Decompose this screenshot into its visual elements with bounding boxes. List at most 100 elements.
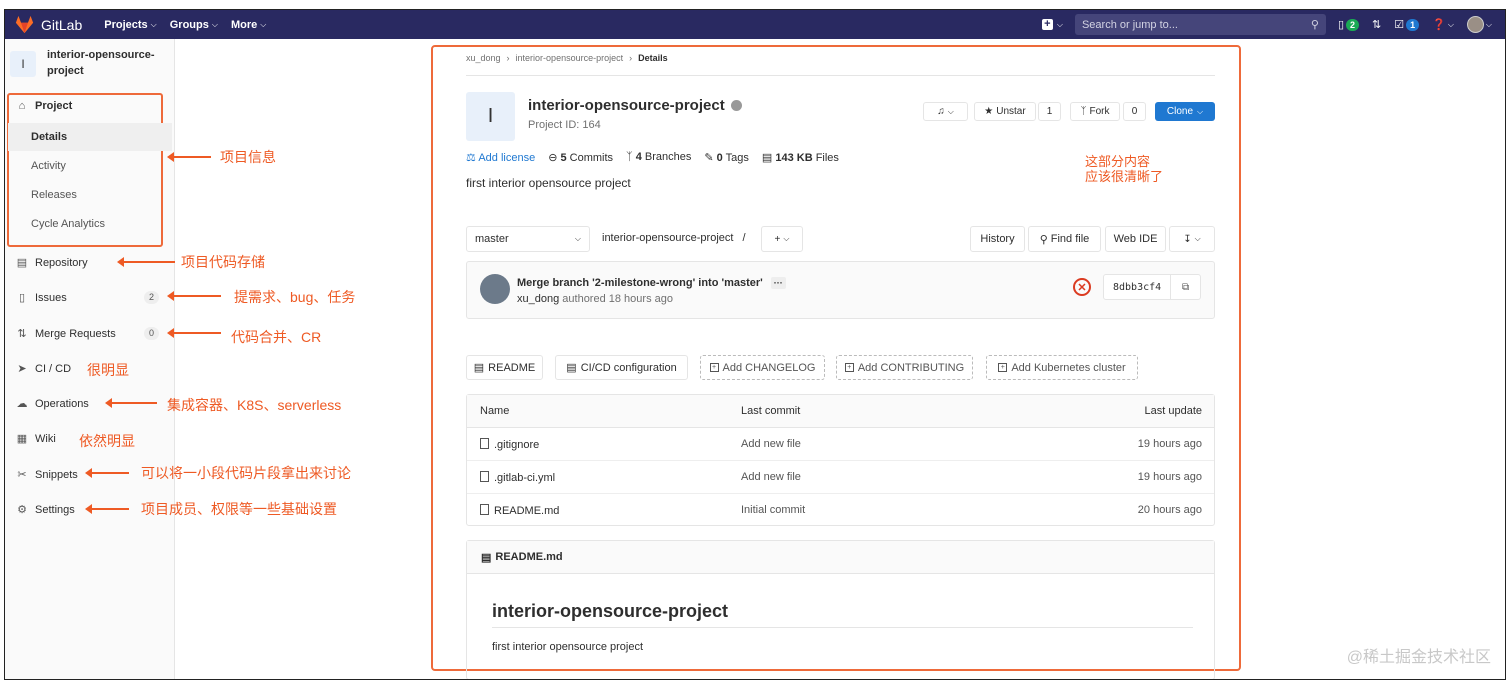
- add-kubernetes-button[interactable]: + Add Kubernetes cluster: [986, 355, 1138, 380]
- rocket-icon: ➤: [17, 363, 27, 375]
- fork-count[interactable]: 0: [1123, 102, 1146, 121]
- breadcrumb-current[interactable]: Details: [638, 53, 668, 63]
- chevron-down-icon: ⌵: [574, 234, 581, 243]
- sidebar-item-project[interactable]: ⌂ Project: [15, 100, 165, 112]
- nav-projects[interactable]: Projects ⌵: [104, 19, 157, 31]
- table-row[interactable]: .gitignore Add new file 19 hours ago: [467, 428, 1214, 461]
- tags-count: 0: [716, 152, 723, 164]
- todos-nav-button[interactable]: ☑ 1: [1394, 18, 1420, 31]
- column-name-header: Name: [480, 405, 510, 417]
- sidebar-subitem-releases[interactable]: Releases: [31, 189, 77, 201]
- sidebar-subitem-activity[interactable]: Activity: [31, 160, 66, 172]
- commit-icon: ⊖: [548, 152, 561, 164]
- avatar[interactable]: [480, 274, 510, 304]
- commits-stat[interactable]: ⊖ 5 Commits: [548, 151, 613, 164]
- download-dropdown[interactable]: ↧ ⌵: [1169, 226, 1215, 252]
- unstar-label: Unstar: [996, 106, 1026, 117]
- user-menu[interactable]: ⌵: [1466, 16, 1492, 33]
- copy-icon[interactable]: ⧉: [1171, 282, 1200, 293]
- unstar-button[interactable]: ★ Unstar: [974, 102, 1036, 121]
- gitlab-logo-icon[interactable]: [14, 15, 35, 34]
- readme-heading: interior-opensource-project: [492, 601, 729, 621]
- fork-button[interactable]: ᛉ Fork: [1070, 102, 1120, 121]
- book-icon: ▦: [16, 433, 28, 445]
- nav-groups[interactable]: Groups ⌵: [170, 19, 218, 31]
- cicd-configuration-button[interactable]: ▤ CI/CD configuration: [555, 355, 688, 380]
- tags-stat[interactable]: ✎ 0 Tags: [704, 151, 749, 164]
- readme-button[interactable]: ▤ README: [466, 355, 543, 380]
- plus-square-icon: +: [709, 363, 719, 372]
- help-icon: ❓: [1432, 19, 1446, 31]
- search-input[interactable]: Search or jump to... ⚲: [1074, 14, 1326, 35]
- annotation-ops: 集成容器、K8S、serverless: [167, 397, 342, 413]
- tag-icon: ✎: [704, 152, 717, 164]
- annotation-arrow: [117, 257, 175, 267]
- pipeline-failed-icon[interactable]: ✕: [1073, 278, 1091, 296]
- find-file-button[interactable]: ⚲ Find file: [1028, 226, 1101, 252]
- sidebar-item-issues[interactable]: ▯ Issues 2: [15, 291, 165, 304]
- readme-body: first interior opensource project: [492, 641, 644, 653]
- sidebar-item-merge-requests[interactable]: ⇅ Merge Requests 0: [15, 327, 165, 340]
- star-icon: ★: [984, 106, 994, 117]
- add-contributing-button[interactable]: + Add CONTRIBUTING: [836, 355, 973, 380]
- brand-name[interactable]: GitLab: [41, 17, 82, 33]
- home-icon: ⌂: [18, 100, 26, 112]
- file-name[interactable]: .gitlab-ci.yml: [480, 471, 555, 484]
- project-description: first interior opensource project: [466, 176, 631, 190]
- chevron-down-icon: ⌵: [1056, 19, 1063, 29]
- help-dropdown[interactable]: ❓ ⌵: [1432, 18, 1454, 31]
- file-last-commit[interactable]: Add new file: [741, 438, 801, 450]
- commit-author[interactable]: xu_dong: [517, 293, 559, 305]
- annotation-arrow: [167, 328, 221, 338]
- clone-button[interactable]: Clone ⌵: [1155, 102, 1215, 121]
- issues-nav-button[interactable]: ▯ 2: [1338, 18, 1360, 31]
- readme-header: ▤ README.md: [467, 541, 1214, 574]
- chevron-down-icon: ⌵: [783, 234, 790, 243]
- new-item-dropdown[interactable]: + ⌵: [1041, 19, 1063, 30]
- commit-message[interactable]: Merge branch '2-milestone-wrong' into 'm…: [517, 277, 763, 289]
- breadcrumb-project[interactable]: interior-opensource-project: [516, 53, 624, 63]
- sidebar-subitem-details[interactable]: Details: [31, 131, 67, 143]
- plus-square-icon: +: [998, 363, 1008, 372]
- ellipsis-icon[interactable]: ···: [770, 277, 786, 289]
- mr-count-badge: 0: [143, 327, 159, 340]
- annotation-snippets: 可以将一小段代码片段拿出来讨论: [141, 465, 351, 481]
- sidebar-project-header[interactable]: I interior-opensource- project: [10, 47, 170, 89]
- star-count[interactable]: 1: [1038, 102, 1061, 121]
- nav-more[interactable]: More ⌵: [231, 19, 266, 31]
- plus-square-icon: +: [844, 363, 854, 372]
- file-name[interactable]: README.md: [480, 504, 559, 517]
- table-row[interactable]: .gitlab-ci.yml Add new file 19 hours ago: [467, 461, 1214, 494]
- commit-time: authored 18 hours ago: [562, 293, 673, 305]
- page-title: interior-opensource-project: [528, 97, 742, 114]
- file-last-commit[interactable]: Add new file: [741, 471, 801, 483]
- annotation-arrow: [167, 291, 221, 301]
- merge-requests-nav-button[interactable]: ⇅: [1372, 18, 1381, 31]
- notification-dropdown[interactable]: ♫ ⌵: [923, 102, 968, 121]
- file-last-update: 19 hours ago: [1137, 438, 1202, 450]
- table-row[interactable]: README.md Initial commit 20 hours ago: [467, 494, 1214, 527]
- add-to-tree-dropdown[interactable]: + ⌵: [761, 226, 803, 252]
- sidebar-subitem-cycle-analytics[interactable]: Cycle Analytics: [31, 218, 105, 230]
- files-stat[interactable]: ▤ 143 KB Files: [762, 151, 839, 164]
- history-button[interactable]: History: [970, 226, 1025, 252]
- commit-sha[interactable]: 8dbb3cf4: [1104, 275, 1172, 299]
- breadcrumb: xu_dong › interior-opensource-project › …: [466, 53, 668, 63]
- repo-path-root[interactable]: interior-opensource-project: [602, 232, 733, 244]
- file-name[interactable]: .gitignore: [480, 438, 539, 451]
- file-last-commit[interactable]: Initial commit: [741, 504, 805, 516]
- add-changelog-button[interactable]: + Add CHANGELOG: [700, 355, 825, 380]
- add-license-link[interactable]: ⚖ Add license: [466, 151, 535, 164]
- breadcrumb-owner[interactable]: xu_dong: [466, 53, 501, 63]
- branch-select[interactable]: master ⌵: [466, 226, 590, 252]
- sidebar-item-label: Wiki: [35, 432, 56, 445]
- fork-icon: ᛉ: [1080, 106, 1087, 117]
- nav-projects-label: Projects: [104, 18, 148, 31]
- files-table: Name Last commit Last update .gitignore …: [466, 394, 1215, 526]
- sidebar-item-label: Snippets: [35, 468, 78, 481]
- web-ide-button[interactable]: Web IDE: [1105, 226, 1166, 252]
- file-icon: [480, 471, 489, 482]
- branches-stat[interactable]: ᛉ 4 Branches: [626, 151, 691, 164]
- chevron-down-icon: ⌵: [1485, 19, 1492, 29]
- readme-filename[interactable]: README.md: [495, 551, 562, 563]
